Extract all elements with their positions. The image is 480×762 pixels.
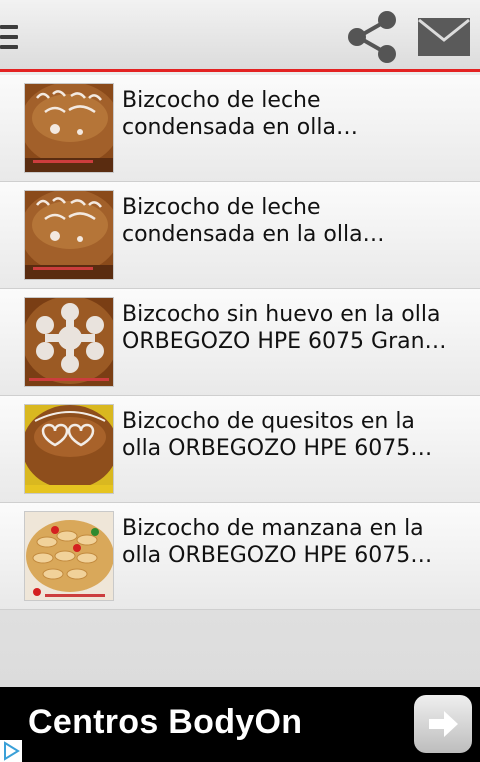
list-item[interactable]: Bizcocho sin huevo en la olla ORBEGOZO H… (0, 289, 480, 396)
adchoices-icon[interactable] (0, 740, 22, 762)
ad-banner[interactable]: Centros BodyOn (0, 687, 480, 762)
list-item-title: Bizcocho sin huevo en la olla ORBEGOZO H… (122, 302, 447, 354)
list-item-title: Bizcocho de quesitos en la olla ORBEGOZO… (122, 409, 433, 461)
birthday-cake-thumbnail (24, 83, 114, 173)
birthday-cake-thumbnail (24, 190, 114, 280)
list-item[interactable]: Bizcocho de leche condensada en olla… (0, 75, 480, 182)
ad-text: Centros BodyOn (28, 703, 303, 741)
list-item-title: Bizcocho de manzana en la olla ORBEGOZO … (122, 516, 433, 568)
app-bar (0, 0, 480, 72)
arrow-right-icon (429, 711, 458, 737)
list-item-title: Bizcocho de leche condensada en olla… (122, 88, 358, 140)
share-icon[interactable] (344, 10, 400, 64)
list-item[interactable]: Bizcocho de leche condensada en la olla… (0, 182, 480, 289)
hearts-cake-thumbnail (24, 404, 114, 494)
list-item-title: Bizcocho de leche condensada en la olla… (122, 195, 385, 247)
apple-cake-thumbnail (24, 511, 114, 601)
hamburger-menu-icon[interactable] (0, 22, 20, 52)
ad-action-button[interactable] (414, 695, 472, 753)
list-item[interactable]: Bizcocho de quesitos en la olla ORBEGOZO… (0, 396, 480, 503)
mail-icon[interactable] (416, 16, 472, 58)
list-item[interactable]: Bizcocho de manzana en la olla ORBEGOZO … (0, 503, 480, 610)
recipe-list: Bizcocho de leche condensada en olla… Bi… (0, 75, 480, 687)
snowflake-cake-thumbnail (24, 297, 114, 387)
